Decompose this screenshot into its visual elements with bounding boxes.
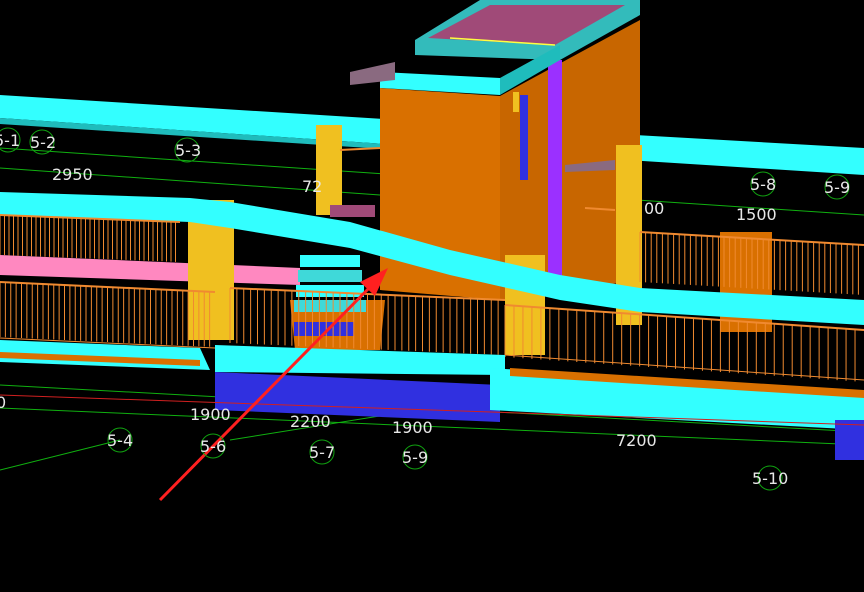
dimension-label: 2200 <box>290 412 331 431</box>
dimension-label: 72 <box>302 177 322 196</box>
grid-label: 5-4 <box>107 431 133 450</box>
dimension-label: 1900 <box>392 418 433 437</box>
grid-label: 5-8 <box>750 175 776 194</box>
grid-label: 5-2 <box>30 133 56 152</box>
grid-label: 5-6 <box>200 437 226 456</box>
grid-label: 5-7 <box>309 443 335 462</box>
grid-label: 5-1 <box>0 131 20 150</box>
dimension-label: 1900 <box>190 405 231 424</box>
purple-column <box>548 60 562 290</box>
dimension-label: 0 <box>0 393 6 412</box>
grid-label: 5-3 <box>175 141 201 160</box>
right-blue-block <box>835 420 864 460</box>
dimension-label: 7200 <box>616 431 657 450</box>
grid-label: 5-9 <box>402 448 428 467</box>
3d-viewport[interactable]: 5-1 5-2 5-3 5-4 5-6 5-7 5-9 5-8 5-9 5-10… <box>0 0 864 592</box>
grid-label: 5-9 <box>824 178 850 197</box>
dimension-label: 2950 <box>52 165 93 184</box>
column <box>316 125 342 215</box>
grid-label: 5-10 <box>752 469 788 488</box>
dimension-label: 00 <box>644 199 664 218</box>
dimension-label: 1500 <box>736 205 777 224</box>
